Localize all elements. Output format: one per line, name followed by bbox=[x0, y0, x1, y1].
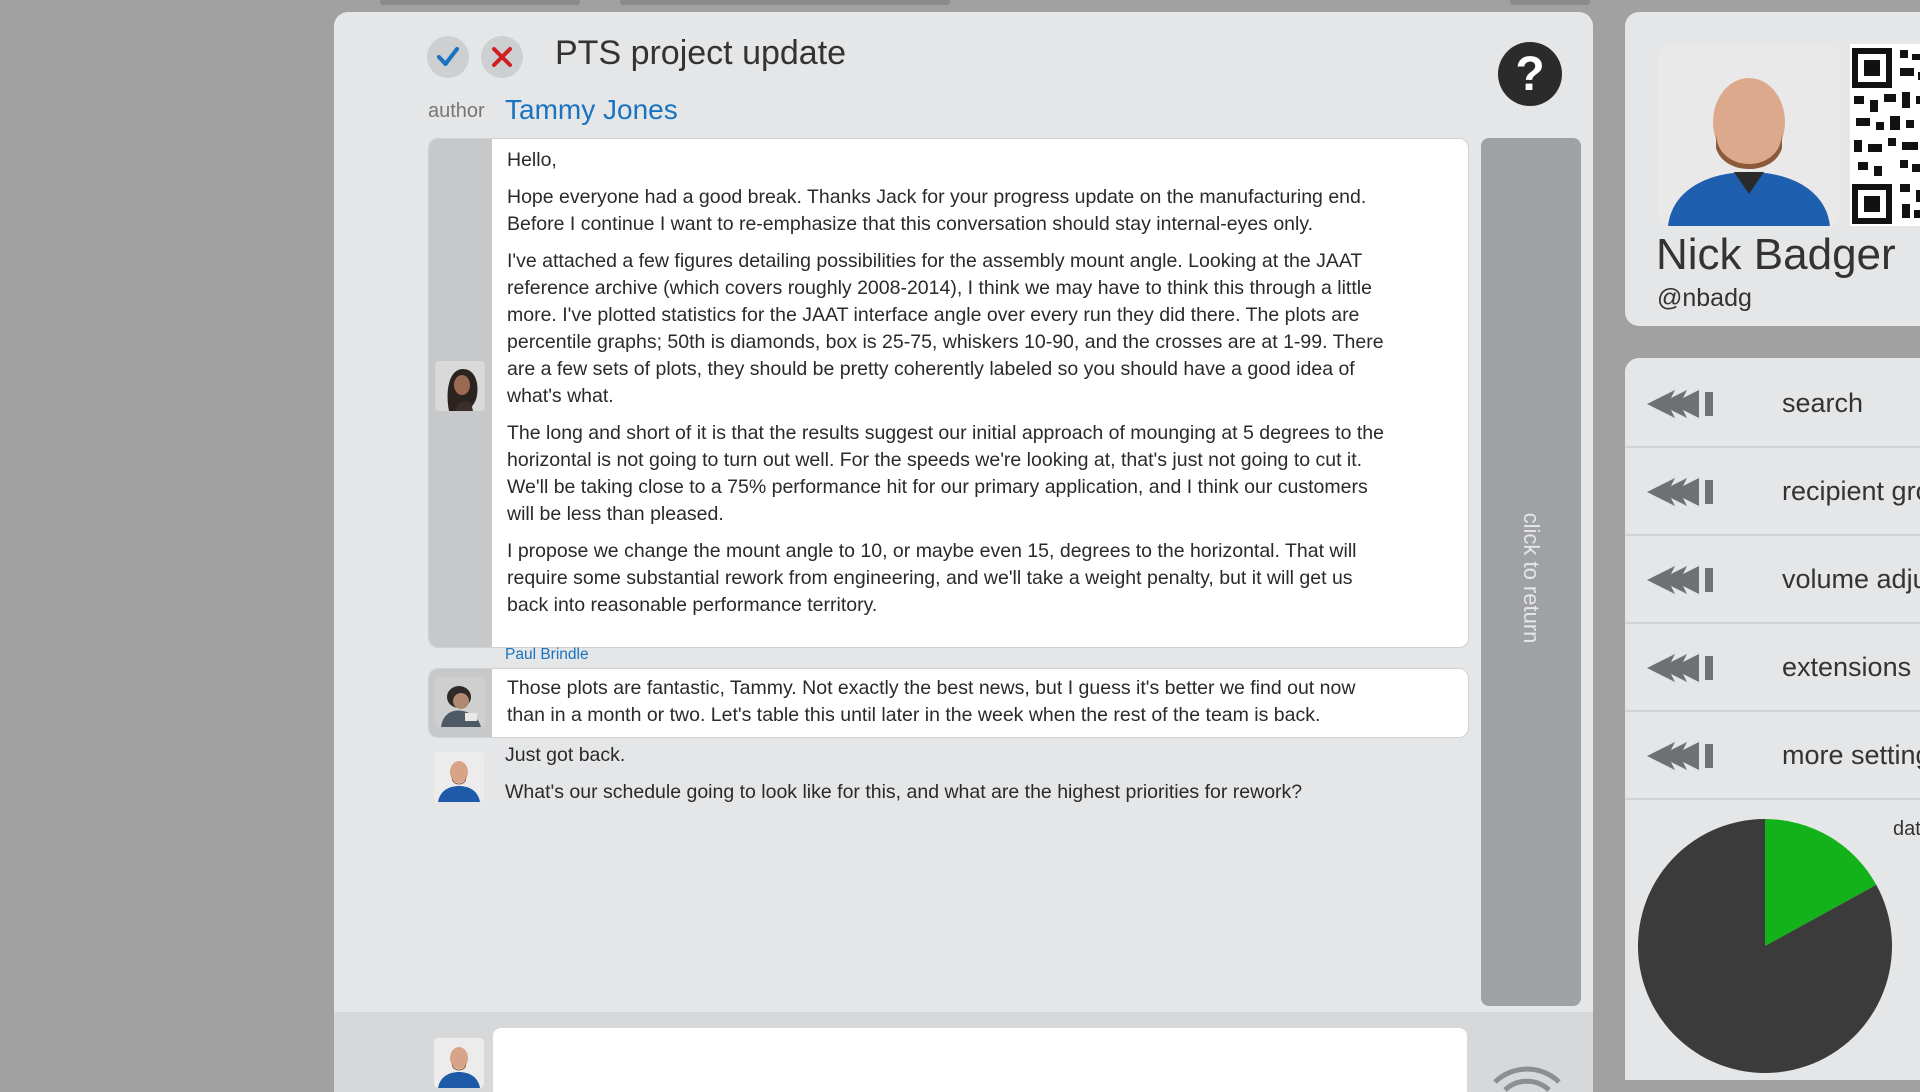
profile-photo[interactable] bbox=[1658, 44, 1840, 226]
message-body: Those plots are fantastic, Tammy. Not ex… bbox=[507, 677, 1356, 726]
menu-item-recipient-groups[interactable]: recipient gro bbox=[1625, 448, 1920, 536]
message-paragraph: I've attached a few figures detailing po… bbox=[507, 250, 1384, 407]
menu-item-extensions[interactable]: extensions bbox=[1625, 624, 1920, 712]
author-label: author bbox=[428, 100, 485, 122]
menu-item-label: more setting bbox=[1782, 740, 1920, 770]
avatar[interactable] bbox=[435, 677, 485, 727]
menu-item-more-settings[interactable]: more setting bbox=[1625, 712, 1920, 800]
rewind-icon bbox=[1647, 742, 1713, 770]
sender-name[interactable]: Paul Brindle bbox=[505, 646, 589, 664]
check-icon bbox=[437, 47, 459, 66]
rewind-icon bbox=[1647, 566, 1713, 594]
return-bar[interactable]: click to return bbox=[1481, 138, 1581, 1006]
menu-item-search[interactable]: search bbox=[1625, 360, 1920, 448]
menu-item-label: volume adju bbox=[1782, 564, 1920, 594]
top-edge bbox=[0, 0, 1920, 10]
settings-menu: search recipient gro volume adju extensi… bbox=[1625, 358, 1920, 1080]
message-card[interactable]: Those plots are fantastic, Tammy. Not ex… bbox=[428, 668, 1469, 738]
rewind-icon bbox=[1647, 390, 1713, 418]
profile-name: Nick Badger bbox=[1656, 230, 1896, 279]
accept-button[interactable] bbox=[427, 36, 469, 78]
avatar[interactable] bbox=[435, 361, 485, 411]
message-line: Just got back. bbox=[505, 744, 626, 766]
conversation-panel: PTS project update ? author Tammy Jones … bbox=[334, 12, 1593, 1092]
message-paragraph: Hope everyone had a good break. Thanks J… bbox=[507, 186, 1367, 235]
avatar[interactable] bbox=[434, 1038, 484, 1088]
message-body: Hello, Hope everyone had a good break. T… bbox=[507, 147, 1398, 629]
question-icon: ? bbox=[1515, 47, 1545, 101]
message-card[interactable]: Hello, Hope everyone had a good break. T… bbox=[428, 138, 1469, 648]
profile-card: Nick Badger @nbadg bbox=[1625, 12, 1920, 326]
message-paragraph: I propose we change the mount angle to 1… bbox=[507, 540, 1357, 616]
rewind-icon bbox=[1647, 478, 1713, 506]
message-paragraph: Hello, bbox=[507, 149, 557, 171]
author-name[interactable]: Tammy Jones bbox=[505, 94, 678, 126]
return-label: click to return bbox=[1519, 512, 1544, 644]
wifi-icon[interactable] bbox=[1487, 1052, 1567, 1092]
reject-button[interactable] bbox=[481, 36, 523, 78]
conversation-title: PTS project update bbox=[555, 34, 847, 72]
data-usage-label: dat bbox=[1893, 818, 1920, 840]
profile-handle: @nbadg bbox=[1657, 284, 1752, 312]
message-line: What's our schedule going to look like f… bbox=[505, 781, 1303, 803]
top-tab[interactable] bbox=[1510, 0, 1590, 5]
close-icon bbox=[492, 47, 512, 67]
menu-item-label: recipient gro bbox=[1782, 476, 1920, 506]
top-tab[interactable] bbox=[380, 0, 580, 5]
qr-code[interactable] bbox=[1850, 44, 1920, 226]
compose-input[interactable] bbox=[493, 1028, 1467, 1092]
rewind-icon bbox=[1647, 654, 1713, 682]
help-button[interactable]: ? bbox=[1498, 42, 1562, 106]
menu-item-label: search bbox=[1782, 388, 1864, 418]
data-usage-pie[interactable] bbox=[1637, 818, 1893, 1074]
avatar[interactable] bbox=[434, 752, 484, 802]
top-tab[interactable] bbox=[620, 0, 950, 5]
menu-item-volume[interactable]: volume adju bbox=[1625, 536, 1920, 624]
message-paragraph: The long and short of it is that the res… bbox=[507, 422, 1384, 525]
menu-item-label: extensions bbox=[1782, 652, 1912, 682]
